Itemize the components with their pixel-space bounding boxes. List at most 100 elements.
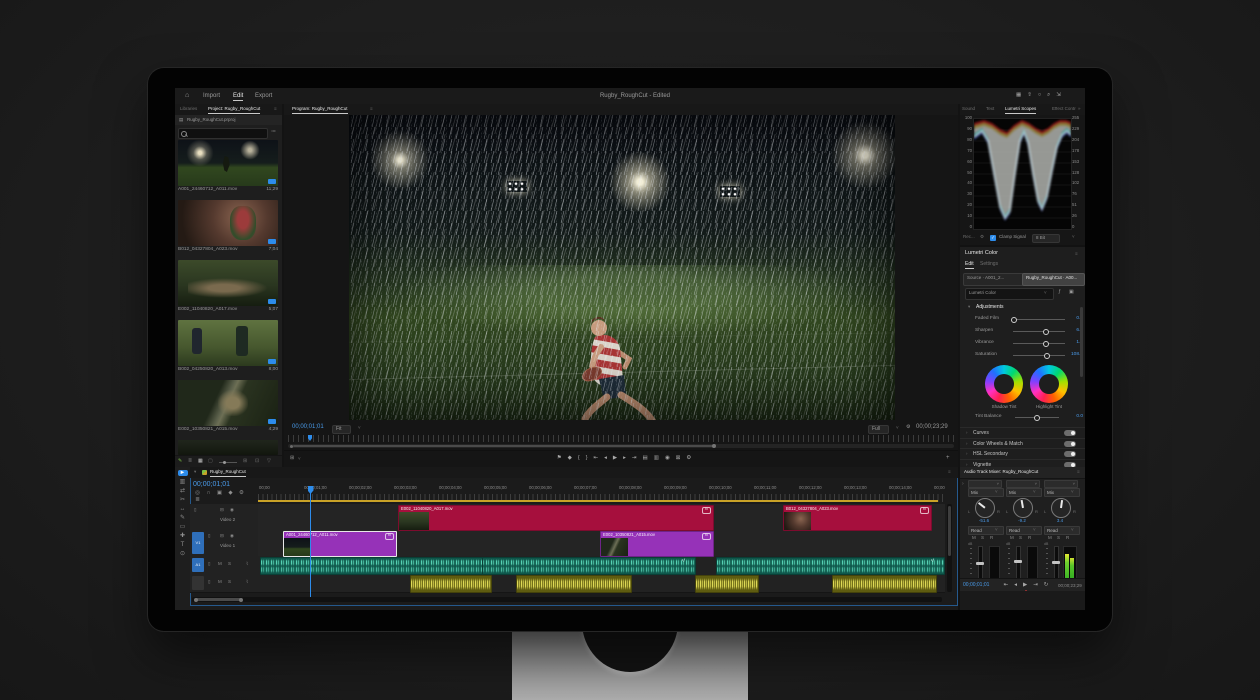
source-patch-a1[interactable]: A1 [192,558,204,572]
slider-track[interactable] [1013,319,1065,320]
freeform-view-icon[interactable]: ▢ [208,459,213,464]
zoom-slider[interactable] [219,462,237,463]
play-icon[interactable]: ▶ [613,456,617,462]
list-item[interactable]: E002_10350821_A015.mov 4;29 [175,380,282,438]
track-select-tool-icon[interactable]: ▥ [178,479,188,485]
lock-icon[interactable]: ▯ [208,534,210,539]
nav-tab-edit[interactable]: Edit [233,93,243,101]
program-scrollbar[interactable] [288,444,954,448]
timeline-audio-clip-a2b[interactable] [516,575,632,593]
timeline-audio-clip-a1b[interactable]: •ƒ [716,557,945,575]
shadow-tint-wheel[interactable] [985,365,1023,403]
tab-project[interactable]: Project: Rugby_RoughCut [208,107,260,114]
track-header-a2[interactable]: ▯ M S ⌇ [190,574,258,593]
goto-in-icon[interactable]: ⇤ [1004,583,1009,589]
record-arm-button[interactable]: R [990,536,993,541]
mute-button[interactable]: M [972,536,976,541]
tab-text[interactable]: Text [986,107,994,112]
tint-balance-value[interactable]: 0.0 [1063,415,1083,420]
list-item[interactable]: A001_24460712_A011.mov 11;29 [175,140,282,198]
fader-handle[interactable] [1052,561,1060,564]
nest-toggle-icon[interactable]: ◎ [192,491,203,497]
chevron-expanded-icon[interactable]: ▾ [968,305,970,310]
slider-track[interactable] [1013,331,1065,332]
section-color-wheels[interactable]: › Color Wheels & Match [960,438,1085,449]
timeline-audio-clip-a2a[interactable] [410,575,492,593]
slider-handle[interactable] [1043,329,1049,335]
slip-tool-icon[interactable]: ↔ [178,506,188,512]
program-timecode[interactable]: 00;00;01;01 [292,424,324,430]
zoom-slider-handle[interactable] [223,461,226,464]
timeline-settings-icon[interactable]: ⚙ [236,491,247,497]
slider-handle[interactable] [1044,353,1050,359]
colorspace-label[interactable]: Rec... [963,235,975,240]
clip-thumbnail[interactable] [178,260,278,306]
program-playhead[interactable] [308,435,312,441]
mic-icon[interactable]: ⌇ [246,562,248,567]
mute-button[interactable]: M [1048,536,1052,541]
section-curves[interactable]: › Curves [960,427,1085,438]
mix-dropdown[interactable]: Mix [1006,488,1042,497]
timeline-clip-v1a-selected[interactable]: A001_24460712_A011.mov fx [283,531,397,557]
rectangle-tool-icon[interactable]: ▭ [178,524,188,530]
hscroll-dot-right[interactable] [239,598,243,602]
slider-track[interactable] [1013,355,1065,356]
sync-lock-icon[interactable]: ⊟ [220,534,224,539]
panel-menu-icon[interactable]: ≡ [274,107,277,112]
marker-icon[interactable]: ◆ [568,456,572,462]
fx-bypass-icon[interactable]: ƒ [1058,290,1061,295]
selection-tool-icon[interactable]: ► [178,470,188,476]
clip-thumbnail[interactable] [178,320,278,366]
mixer-timecode[interactable]: 00;00;01;01 [963,583,989,588]
pan-knob[interactable] [1013,498,1033,518]
insert-slot-dropdown[interactable]: ˅ [1044,480,1078,488]
mixer-expand-icon[interactable]: › [962,482,964,487]
timeline-hscrollbar[interactable] [192,597,942,602]
project-breadcrumb[interactable]: ▤ Rugby_RoughCut.prproj [175,115,282,125]
list-item[interactable]: B002_04250820_A013.mov 8;00 [175,320,282,378]
hscroll-dot-left[interactable] [194,598,198,602]
vscrollbar-handle[interactable] [948,506,951,556]
pan-value[interactable]: -51.6 [968,519,1000,524]
pen-tool-icon[interactable]: ✎ [178,515,188,521]
track-header-v1[interactable]: V1 ▯ ⊟ ◉ Video 1 [190,530,258,557]
insert-slot-dropdown[interactable]: ˅ [1006,480,1040,488]
tab-sound[interactable]: Sound [962,107,975,112]
pan-value[interactable]: 3.4 [1044,519,1076,524]
step-back-icon[interactable]: ◂ [604,456,607,462]
mic-icon[interactable]: ⌇ [246,580,248,585]
goto-out-icon[interactable]: ⇥ [1033,583,1038,589]
play-icon[interactable]: ▶ [1023,583,1027,589]
add-button[interactable]: + [946,455,950,461]
timeline-timecode[interactable]: 00;00;01;01 [193,481,230,488]
notifications-icon[interactable]: ○ [1038,93,1041,99]
fullscreen-icon[interactable]: ⇲ [1056,93,1061,99]
extract-icon[interactable]: ▥ [654,456,659,462]
timeline-vscrollbar[interactable] [947,504,952,592]
track-visibility-icon[interactable]: ◉ [230,508,234,513]
settings-wrench-icon[interactable]: ⚙ [906,425,910,430]
list-item[interactable]: B012_04327804_A023.mov 7;04 [175,200,282,258]
lock-icon[interactable]: ▯ [208,580,210,585]
chevron-down-icon[interactable]: ▾ [194,470,196,475]
razor-tool-icon[interactable]: ✂ [178,497,188,503]
pan-knob[interactable] [975,498,995,518]
hscrollbar-handle[interactable] [195,598,241,601]
trash-icon[interactable]: ▽ [267,459,271,464]
mix-dropdown[interactable]: Mix [1044,488,1080,497]
slider-track[interactable] [1013,343,1065,344]
clamp-checkbox[interactable]: ✓ [990,235,996,241]
automate-sequence-icon[interactable]: ⊞ [243,459,247,464]
zoom-dropdown[interactable]: Full [868,425,889,434]
source-patch-v1[interactable]: V1 [192,532,204,554]
panel-menu-icon[interactable]: ≡ [1077,470,1080,475]
filter-icon[interactable]: ≔ [271,130,276,135]
lumetri-scrollbar[interactable] [1080,307,1083,377]
record-arm-button[interactable]: R [1066,536,1069,541]
solo-icon[interactable]: S [228,562,231,567]
panel-menu-icon[interactable]: ≡ [948,470,951,475]
highlight-tint-wheel[interactable] [1030,365,1068,403]
lumetri-preset-dropdown[interactable]: Lumetri Color [965,288,1054,300]
mark-in-icon[interactable]: { [578,456,580,462]
workspace-icon[interactable]: ▦ [1016,93,1021,99]
